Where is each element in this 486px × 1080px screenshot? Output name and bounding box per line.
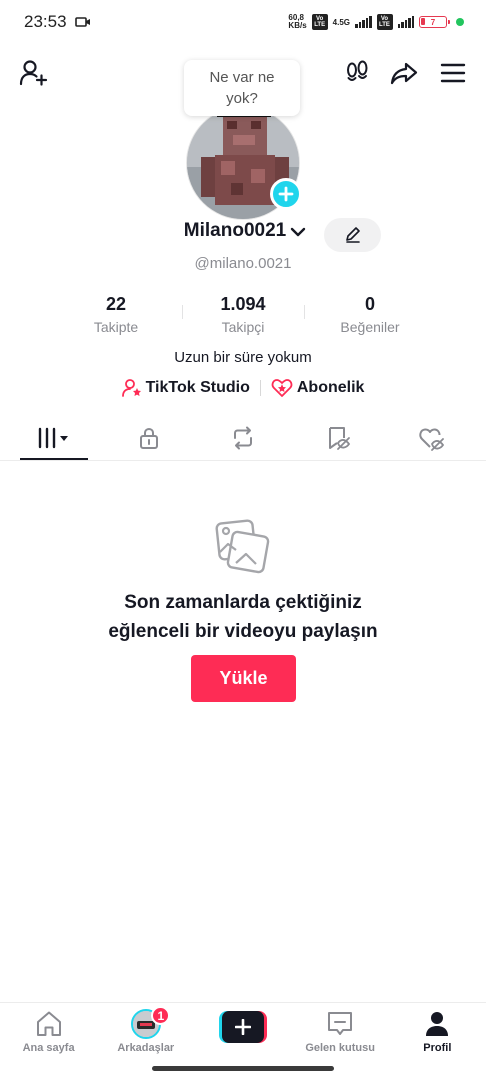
videos-grid-icon: [38, 427, 68, 449]
home-indicator[interactable]: [152, 1066, 334, 1071]
tab-liked[interactable]: [398, 416, 466, 460]
stat-label: Takipçi: [221, 319, 265, 335]
volte-icon-2: Vo LTE: [376, 14, 393, 30]
menu-icon: [440, 63, 466, 83]
stat-value: 1.094: [220, 294, 266, 314]
subscription-link[interactable]: Abonelik: [271, 378, 365, 398]
link-divider: [259, 380, 261, 396]
status-left: 23:53: [24, 12, 91, 32]
photo-stack-icon: [215, 519, 270, 574]
bookmark-icon: [328, 427, 350, 450]
profile-stats: 22 Takipte 1.094 Takipçi 0 Beğeniler: [54, 294, 432, 335]
add-friend-button[interactable]: [18, 58, 48, 88]
nav-label: Ana sayfa: [22, 1042, 75, 1054]
link-label: Abonelik: [296, 379, 365, 396]
liked-icon: [419, 428, 445, 451]
tab-videos[interactable]: [20, 416, 88, 460]
empty-state-title: Son zamanlarda çektiğiniz eğlenceli bir …: [108, 592, 378, 642]
upload-button[interactable]: Yükle: [191, 655, 296, 702]
add-friend-icon: [19, 60, 48, 86]
profile-icon: [426, 1012, 449, 1036]
clock: 23:53: [24, 12, 67, 31]
tab-private[interactable]: [115, 416, 183, 460]
create-button[interactable]: [218, 1011, 267, 1043]
profile-tabs: [20, 416, 466, 460]
stat-value: 22: [105, 294, 127, 314]
lock-icon: [139, 427, 158, 449]
username-row[interactable]: Milano0021: [0, 220, 486, 242]
plus-icon: [278, 186, 294, 202]
tab-saved[interactable]: [304, 416, 372, 460]
share-icon: [390, 62, 418, 85]
avatar-container[interactable]: [186, 106, 302, 220]
pencil-icon: [345, 227, 360, 243]
net-speed: 60,8 KB/s: [288, 14, 306, 30]
add-story-button[interactable]: [270, 178, 302, 210]
nav-home[interactable]: Ana sayfa: [0, 1009, 97, 1080]
notification-badge: 1: [151, 1006, 171, 1025]
nav-label: Gelen kutusu: [305, 1042, 375, 1054]
stat-label: Beğeniler: [340, 319, 400, 335]
bio: Uzun bir süre yokum: [174, 349, 312, 366]
stat-label: Takipte: [93, 319, 139, 335]
inbox-icon: [328, 1012, 353, 1035]
battery-icon: 7: [419, 16, 450, 28]
username: Milano0021: [183, 220, 287, 241]
status-note-bubble[interactable]: Ne var ne yok?: [184, 60, 300, 116]
menu-button[interactable]: [438, 58, 468, 88]
nav-label: Arkadaşlar: [117, 1042, 175, 1054]
link-label: TikTok Studio: [145, 379, 250, 396]
status-right: 60,8 KB/s Vo LTE 4.5G Vo LTE 7: [288, 14, 464, 30]
stat-followers[interactable]: 1.094 Takipçi: [181, 294, 305, 335]
subscription-icon: [271, 379, 293, 397]
repost-icon: [234, 426, 252, 450]
tabs-divider: [0, 460, 486, 461]
stat-divider: [182, 305, 183, 319]
chevron-down-icon[interactable]: [290, 226, 306, 238]
studio-icon: [121, 379, 141, 397]
stat-likes[interactable]: 0 Beğeniler: [308, 294, 432, 335]
share-profile-button[interactable]: [389, 58, 419, 88]
screen-record-icon: [74, 17, 90, 27]
signal-icon-2: [397, 16, 414, 28]
nav-profile[interactable]: Profil: [389, 1009, 486, 1080]
nav-label: Profil: [423, 1042, 452, 1054]
signal-icon: [355, 16, 372, 28]
tiktok-studio-link[interactable]: TikTok Studio: [121, 378, 250, 398]
profile-links: TikTok Studio Abonelik: [0, 378, 486, 398]
battery-level: 7: [430, 17, 436, 27]
stat-divider: [304, 305, 305, 319]
network-gen: 4.5G: [332, 17, 350, 27]
user-handle: @milano.0021: [194, 255, 292, 272]
status-bar: 23:53 60,8 KB/s Vo LTE 4.5G Vo LTE 7: [0, 0, 486, 44]
create-icon: [221, 1011, 264, 1043]
charging-dot-icon: [456, 18, 464, 26]
tab-reposts[interactable]: [209, 416, 277, 460]
home-icon: [36, 1011, 61, 1036]
edit-profile-button[interactable]: [324, 218, 381, 252]
footprints-icon: [347, 60, 368, 81]
net-speed-unit: KB/s: [288, 21, 307, 30]
stat-value: 0: [364, 294, 375, 314]
volte-icon: Vo LTE: [311, 14, 328, 30]
profile-views-button[interactable]: [342, 58, 372, 88]
stat-following[interactable]: 22 Takipte: [54, 294, 178, 335]
